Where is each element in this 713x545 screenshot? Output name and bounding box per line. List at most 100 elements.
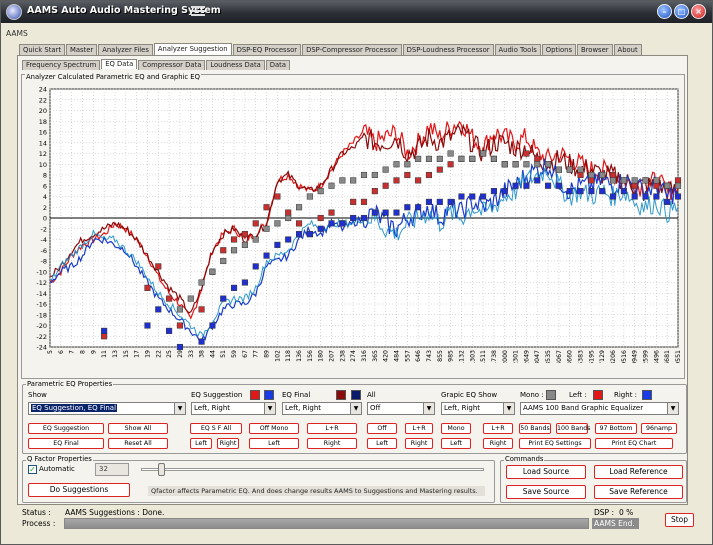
marker-1 bbox=[350, 214, 357, 222]
row1-eq-s-f-all-button[interactable]: EQ S F All bbox=[190, 423, 242, 434]
row1-show-all-button[interactable]: Show All bbox=[108, 423, 168, 434]
marker-2 bbox=[609, 177, 617, 184]
row1-mono-button[interactable]: Mono bbox=[441, 423, 471, 434]
qfactor-slider-thumb[interactable] bbox=[157, 463, 165, 476]
row1-off-button[interactable]: Off bbox=[367, 423, 397, 434]
eq-final-select[interactable]: Left, Right ▼ bbox=[282, 402, 362, 415]
marker-0 bbox=[176, 322, 183, 329]
all-select[interactable]: Off ▼ bbox=[367, 402, 435, 415]
y-tick-label: -12 bbox=[36, 279, 47, 287]
marker-0 bbox=[274, 193, 281, 200]
eq-final-right-color[interactable] bbox=[351, 390, 361, 400]
maximize-button[interactable]: □ bbox=[674, 4, 689, 19]
x-tick-label: 180 bbox=[318, 350, 325, 362]
automatic-checkbox[interactable]: ✓ bbox=[28, 465, 37, 474]
show-select[interactable]: EQ Suggestion, EQ Final ▼ bbox=[28, 402, 186, 415]
marker-2 bbox=[620, 177, 627, 184]
marker-0 bbox=[534, 155, 541, 162]
tab-dsp-loudness-processor[interactable]: DSP-Loudness Processor bbox=[402, 44, 494, 55]
marker-0 bbox=[577, 171, 584, 179]
subtab-data[interactable]: Data bbox=[265, 60, 291, 70]
tab-audio-tools[interactable]: Audio Tools bbox=[494, 44, 541, 55]
save-source-button[interactable]: Save Source bbox=[506, 485, 586, 499]
subtab-frequency-spectrum[interactable]: Frequency Spectrum bbox=[22, 60, 101, 70]
tab-options[interactable]: Options bbox=[541, 44, 576, 55]
tab-about[interactable]: About bbox=[613, 44, 642, 55]
qfactor-value-field[interactable]: 32 bbox=[95, 463, 129, 476]
subtab-eq-data[interactable]: EQ Data bbox=[101, 59, 138, 69]
marker-2 bbox=[350, 177, 357, 184]
tab-analyzer-files[interactable]: Analyzer Files bbox=[98, 44, 153, 55]
marker-1 bbox=[447, 198, 454, 205]
x-tick-label: 207 bbox=[329, 350, 336, 362]
y-tick-label: -22 bbox=[36, 333, 47, 341]
eq-final-left-color[interactable] bbox=[336, 390, 346, 400]
mono-color[interactable] bbox=[546, 390, 556, 400]
row1-96namp-button[interactable]: 96namp bbox=[641, 423, 677, 434]
tab-dsp-eq-processor[interactable]: DSP-EQ Processor bbox=[232, 44, 302, 55]
tab-browser[interactable]: Browser bbox=[577, 44, 613, 55]
row2-print-eq-chart-button[interactable]: Print EQ Chart bbox=[595, 438, 673, 449]
tab-analyzer-suggestion[interactable]: Analyzer Suggestion bbox=[153, 43, 232, 55]
row2-right-button[interactable]: Right bbox=[217, 438, 239, 449]
save-reference-button[interactable]: Save Reference bbox=[594, 485, 683, 499]
tab-master[interactable]: Master bbox=[65, 44, 98, 55]
row1-100-bands-button[interactable]: 100 Bands bbox=[556, 423, 590, 434]
row1-50-bands-button[interactable]: 50 Bands bbox=[519, 423, 551, 434]
marker-1 bbox=[490, 188, 497, 195]
row2-left-button[interactable]: Left bbox=[249, 438, 299, 449]
row1-off-mono-button[interactable]: Off Mono bbox=[249, 423, 299, 434]
row2-right-button[interactable]: Right bbox=[307, 438, 357, 449]
left-color[interactable] bbox=[593, 390, 603, 400]
row2-left-button[interactable]: Left bbox=[441, 438, 471, 449]
row2-right-button[interactable]: Right bbox=[483, 438, 513, 449]
x-tick-label: 365 bbox=[372, 350, 379, 362]
show-label: Show bbox=[28, 391, 47, 399]
y-tick-label: -8 bbox=[41, 258, 47, 266]
row2-left-button[interactable]: Left bbox=[190, 438, 212, 449]
marker-0 bbox=[263, 204, 270, 211]
x-tick-label: 2301 bbox=[513, 350, 520, 363]
subtab-loudness-data[interactable]: Loudness Data bbox=[206, 60, 265, 70]
tab-dsp-compressor-processor[interactable]: DSP-Compressor Processor bbox=[302, 44, 402, 55]
load-reference-button[interactable]: Load Reference bbox=[594, 465, 683, 479]
do-suggestions-button[interactable]: Do Suggestions bbox=[28, 483, 130, 497]
marker-0 bbox=[447, 161, 454, 168]
eq-suggestion-left-color[interactable] bbox=[250, 390, 260, 400]
row1-eq-suggestion-button[interactable]: EQ Suggestion bbox=[28, 423, 104, 434]
row1-l-r-button[interactable]: L+R bbox=[307, 423, 357, 434]
y-tick-label: -10 bbox=[36, 268, 47, 276]
row1-l-r-button[interactable]: L+R bbox=[483, 423, 513, 434]
marker-0 bbox=[220, 247, 227, 254]
marker-1 bbox=[241, 279, 248, 286]
marker-1 bbox=[274, 241, 281, 248]
row2-print-eq-settings-button[interactable]: Print EQ Settings bbox=[519, 438, 591, 449]
row2-eq-final-button[interactable]: EQ Final bbox=[28, 438, 104, 449]
qfactor-slider-track[interactable] bbox=[141, 468, 484, 471]
subtab-compressor-data[interactable]: Compressor Data bbox=[138, 60, 206, 70]
eq-suggestion-right-color[interactable] bbox=[264, 390, 274, 400]
row2-left-button[interactable]: Left bbox=[367, 438, 397, 449]
close-button[interactable]: × bbox=[691, 4, 706, 19]
row1-97-bottom-button[interactable]: 97 Bottom bbox=[595, 423, 637, 434]
x-tick-label: 59 bbox=[231, 350, 238, 358]
load-source-button[interactable]: Load Source bbox=[506, 465, 586, 479]
eq-suggestion-select[interactable]: Left, Right ▼ bbox=[191, 402, 276, 415]
x-tick-label: 22 bbox=[155, 350, 162, 358]
row1-l-r-button[interactable]: L+R bbox=[405, 423, 433, 434]
hamburger-menu-icon[interactable] bbox=[191, 6, 205, 17]
title-bar[interactable]: AAMS Auto Audio Mastering System – □ × bbox=[1, 1, 712, 23]
x-tick-label: 743 bbox=[426, 350, 433, 362]
right-color[interactable] bbox=[642, 390, 652, 400]
aams-end-indicator: AAMS End. bbox=[592, 518, 639, 529]
graphic-eq-show-select[interactable]: Left, Right ▼ bbox=[441, 402, 515, 415]
minimize-button[interactable]: – bbox=[657, 4, 672, 19]
row2-right-button[interactable]: Right bbox=[405, 438, 433, 449]
tab-quick-start[interactable]: Quick Start bbox=[19, 44, 65, 55]
stop-button[interactable]: Stop bbox=[665, 513, 694, 527]
marker-2 bbox=[231, 247, 238, 254]
marker-2 bbox=[328, 182, 335, 189]
row2-reset-all-button[interactable]: Reset All bbox=[108, 438, 168, 449]
x-tick-label: 3047 bbox=[534, 350, 541, 363]
graphic-eq-select[interactable]: AAMS 100 Band Graphic Equalizer ▼ bbox=[520, 402, 679, 415]
